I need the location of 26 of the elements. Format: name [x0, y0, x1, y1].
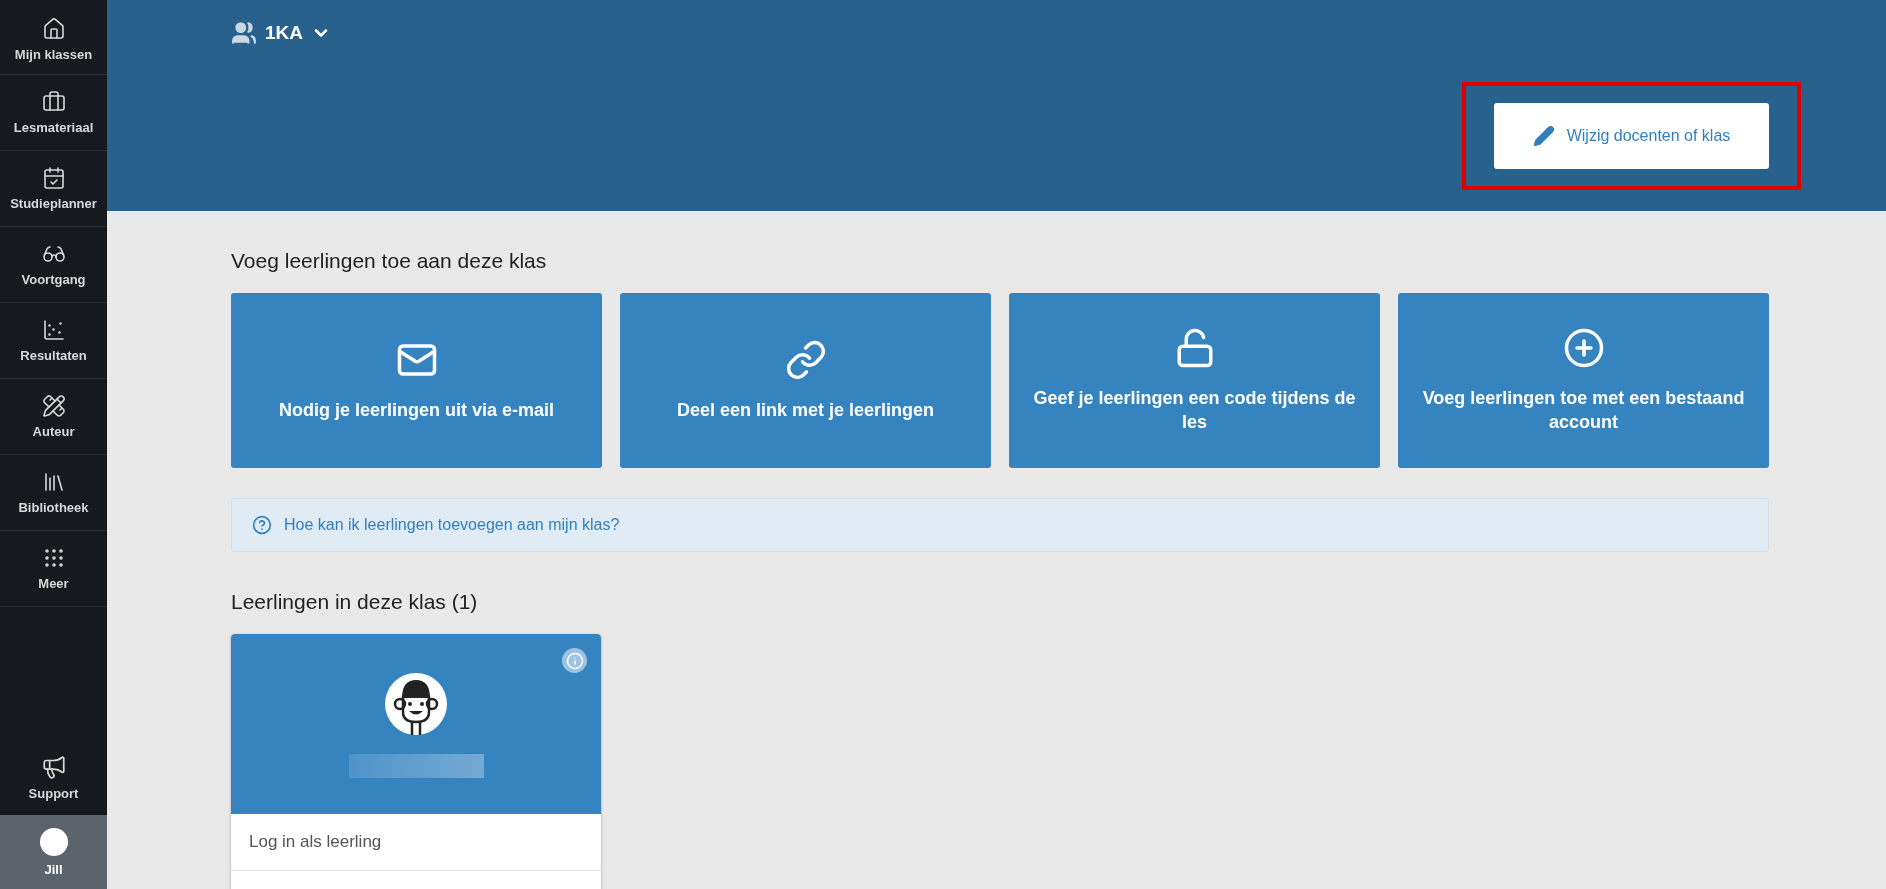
calendar-check-icon	[41, 166, 66, 190]
class-selector[interactable]: 1KA	[231, 20, 331, 46]
user-menu[interactable]: Jill	[0, 815, 107, 889]
megaphone-icon	[40, 754, 67, 780]
section-title: Voeg leerlingen toe aan deze klas	[231, 249, 548, 273]
sidebar-item[interactable]: Support	[0, 740, 107, 815]
users-icon	[231, 20, 257, 46]
house-icon	[41, 17, 66, 41]
help-icon	[252, 515, 272, 535]
plus-circle-icon	[1562, 327, 1605, 370]
info-icon[interactable]	[562, 648, 587, 673]
add-option-button[interactable]: Deel een link met je leerlingen	[620, 293, 991, 468]
section-title: Leerlingen in deze klas (1)	[231, 590, 479, 614]
add-option-button[interactable]: Voeg leerlingen toe met een bestaand account	[1398, 293, 1769, 468]
pencil-ruler-icon	[41, 394, 66, 418]
cartoon-avatar-drawing	[384, 672, 448, 736]
add-option-button[interactable]: Geef je leerlingen een code tijdens de les	[1009, 293, 1380, 468]
link-icon	[784, 338, 827, 381]
pencil-icon	[1532, 125, 1555, 147]
help-link[interactable]: Hoe kan ik leerlingen toevoegen aan mijn klas?	[284, 516, 620, 534]
add-option-button[interactable]: Nodig je leerlingen uit via e-mail	[231, 293, 602, 468]
scatter-chart-icon	[41, 318, 66, 342]
login-as-student-link[interactable]: Log in als leerling	[231, 814, 601, 871]
edit-button[interactable]: Wijzig docenten of klas	[1494, 103, 1769, 169]
avatar	[39, 827, 68, 856]
briefcase-icon	[41, 90, 66, 114]
